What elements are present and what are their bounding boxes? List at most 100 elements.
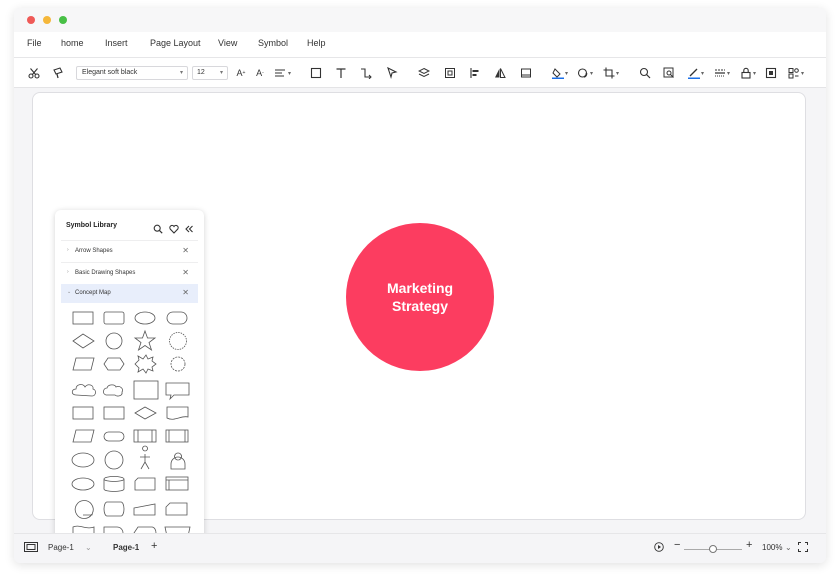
shape-star[interactable] <box>133 329 157 352</box>
shape-process[interactable] <box>72 406 94 420</box>
crop-icon[interactable] <box>601 65 617 81</box>
search-icon[interactable] <box>637 65 653 81</box>
line-style-icon[interactable] <box>712 65 728 81</box>
shape-list-box[interactable] <box>133 380 159 400</box>
page-tab[interactable]: Page-1 <box>113 543 139 552</box>
chevron-down-icon[interactable]: ⌄ <box>785 543 792 552</box>
shape-rectangle[interactable] <box>72 311 94 325</box>
zoom-level[interactable]: 100% <box>762 543 782 552</box>
menu-help[interactable]: Help <box>307 38 326 48</box>
shape-scalloped-circle[interactable] <box>170 356 186 372</box>
group-icon[interactable] <box>442 65 458 81</box>
line-color-icon[interactable] <box>686 65 702 81</box>
heart-icon[interactable] <box>169 221 179 234</box>
format-painter-icon[interactable] <box>50 65 66 81</box>
zoom-slider-thumb[interactable] <box>709 545 717 553</box>
pointer-icon[interactable] <box>384 65 400 81</box>
fullscreen-icon[interactable] <box>798 542 808 554</box>
shape-circle[interactable] <box>105 332 123 350</box>
shape-card[interactable] <box>134 477 156 491</box>
zoom-in-button[interactable]: + <box>746 539 752 551</box>
play-icon[interactable] <box>654 542 664 554</box>
shape-manual-input[interactable] <box>133 503 156 516</box>
align-icon[interactable] <box>272 65 288 81</box>
marketing-strategy-circle[interactable]: Marketing Strategy <box>346 223 494 371</box>
shape-cylinder[interactable] <box>103 476 125 492</box>
shape-subroutine-lines[interactable] <box>137 430 153 442</box>
menu-file[interactable]: File <box>27 38 42 48</box>
shape-cloud[interactable] <box>71 384 96 397</box>
shape-parallelogram[interactable] <box>72 357 95 371</box>
flip-icon[interactable] <box>492 65 508 81</box>
shape-terminator[interactable] <box>103 431 125 442</box>
increase-font-icon[interactable]: A + <box>233 65 249 81</box>
shape-diamond[interactable] <box>72 333 95 349</box>
shape-hexagon[interactable] <box>103 357 125 371</box>
page-selector[interactable]: Page-1 <box>48 543 74 552</box>
menu-symbol[interactable]: Symbol <box>258 38 288 48</box>
shape-user[interactable] <box>170 452 186 470</box>
chevron-down-icon[interactable]: ⌄ <box>85 543 92 552</box>
add-page-button[interactable]: + <box>151 540 157 552</box>
shape-storage-lines[interactable] <box>168 430 186 442</box>
shape-oval[interactable] <box>71 452 95 468</box>
align-left-icon[interactable] <box>467 65 483 81</box>
fit-icon[interactable] <box>763 65 779 81</box>
shape-sequential-data[interactable] <box>74 500 94 519</box>
page-view-icon[interactable] <box>24 542 38 554</box>
zoom-out-button[interactable]: − <box>674 539 680 551</box>
chevron-down-icon: ▾ <box>616 71 620 77</box>
shape-decision[interactable] <box>134 406 157 420</box>
minimize-window-button[interactable] <box>43 16 51 24</box>
menu-page-layout[interactable]: Page Layout <box>150 38 201 48</box>
layers-icon[interactable] <box>416 65 432 81</box>
scissors-icon[interactable] <box>26 65 42 81</box>
library-category-basic-drawing-shapes[interactable]: › Basic Drawing Shapes ✕ <box>61 264 198 283</box>
text-icon[interactable] <box>333 65 349 81</box>
decrease-font-icon[interactable]: A- <box>252 65 268 81</box>
shape-window-title[interactable] <box>166 479 188 490</box>
shadow-icon[interactable] <box>575 65 591 81</box>
chevron-down-icon: ▾ <box>179 70 183 76</box>
shape-capsule[interactable] <box>166 311 188 325</box>
frame-icon[interactable] <box>518 65 534 81</box>
shape-large-circle[interactable] <box>104 450 124 470</box>
shape-yes-oval[interactable] <box>71 477 95 491</box>
chevron-right-icon: › <box>67 269 69 275</box>
fill-icon[interactable] <box>550 65 566 81</box>
font-size-select[interactable]: 12 ▾ <box>192 66 228 80</box>
shape-rounded-rectangle[interactable] <box>103 311 125 325</box>
shape-explosion[interactable] <box>134 354 157 374</box>
toolbar: Elegant soft black ▾ 12 ▾ A + A- ▾ ▾ ▾ ▾… <box>14 58 826 88</box>
shape-data[interactable] <box>72 429 95 443</box>
shape-speech-bubble[interactable] <box>165 382 190 401</box>
lock-icon[interactable] <box>738 65 754 81</box>
maximize-window-button[interactable] <box>59 16 67 24</box>
shape-seal[interactable] <box>169 332 187 350</box>
shape-off-page[interactable] <box>165 502 188 516</box>
shape-predefined-process[interactable] <box>133 429 157 443</box>
close-window-button[interactable] <box>27 16 35 24</box>
close-icon[interactable]: ✕ <box>182 288 189 297</box>
menu-home[interactable]: home <box>61 38 84 48</box>
font-family-select[interactable]: Elegant soft black ▾ <box>76 66 188 80</box>
shape-box[interactable] <box>103 406 125 420</box>
zoom-region-icon[interactable] <box>661 65 677 81</box>
connector-icon[interactable] <box>358 65 374 81</box>
menu-view[interactable]: View <box>218 38 237 48</box>
library-category-concept-map[interactable]: ⌄ Concept Map ✕ <box>61 284 198 303</box>
close-icon[interactable]: ✕ <box>182 268 189 277</box>
more-icon[interactable] <box>786 65 802 81</box>
shape-ellipse[interactable] <box>134 311 156 325</box>
library-category-arrow-shapes[interactable]: › Arrow Shapes ✕ <box>61 242 198 261</box>
menu-insert[interactable]: Insert <box>105 38 128 48</box>
collapse-icon[interactable] <box>184 221 194 233</box>
shape-document[interactable] <box>166 406 189 420</box>
search-icon[interactable] <box>153 221 163 234</box>
circle-label-line1: Marketing <box>386 280 454 296</box>
shape-direct-data[interactable] <box>103 501 125 517</box>
rectangle-icon[interactable] <box>308 65 324 81</box>
shape-actor[interactable] <box>140 445 150 470</box>
close-icon[interactable]: ✕ <box>182 246 189 255</box>
shape-cloud-bubble[interactable] <box>103 384 123 397</box>
